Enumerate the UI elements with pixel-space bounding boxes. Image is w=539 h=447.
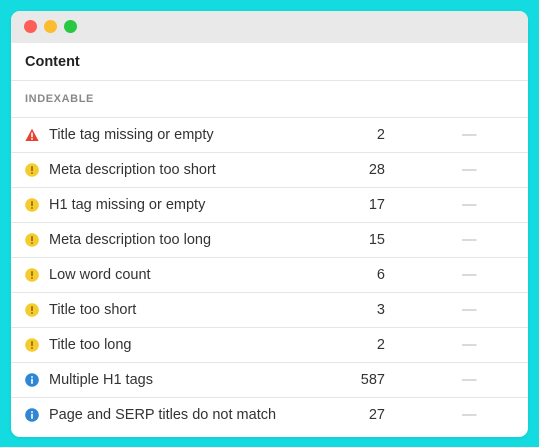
issue-count[interactable]: 17 — [369, 197, 385, 213]
issue-change: — — [462, 407, 477, 423]
issue-label: Multiple H1 tags — [49, 372, 153, 388]
issue-row[interactable]: Meta description too long 15 — — [11, 223, 528, 258]
maximize-window-button[interactable] — [64, 20, 77, 33]
issue-change: — — [462, 232, 477, 248]
issue-count[interactable]: 15 — [369, 232, 385, 248]
close-window-button[interactable] — [24, 20, 37, 33]
issue-change: — — [462, 302, 477, 318]
info-circle-icon — [25, 408, 39, 422]
issue-count[interactable]: 6 — [377, 267, 385, 283]
issue-row[interactable]: H1 tag missing or empty 17 — — [11, 188, 528, 223]
issue-label: Meta description too long — [49, 232, 212, 248]
issue-row[interactable]: Page and SERP titles do not match 27 — — [11, 398, 528, 432]
warning-circle-icon — [25, 163, 39, 177]
panel-title: Content — [11, 43, 528, 81]
issue-row[interactable]: Title tag missing or empty 2 — — [11, 118, 528, 153]
issue-label: Title tag missing or empty — [49, 127, 214, 143]
issue-row[interactable]: Multiple H1 tags 587 — — [11, 363, 528, 398]
issue-row[interactable]: Title too long 2 — — [11, 328, 528, 363]
issue-label: Page and SERP titles do not match — [49, 407, 277, 423]
issue-row[interactable]: Meta description too short 28 — — [11, 153, 528, 188]
window-titlebar — [11, 11, 528, 43]
warning-circle-icon — [25, 198, 39, 212]
issue-label: Title too long — [49, 337, 132, 353]
issue-count[interactable]: 2 — [377, 127, 385, 143]
app-window: Content INDEXABLE Title tag missing or e… — [11, 11, 528, 437]
issue-change: — — [462, 267, 477, 283]
issue-change: — — [462, 372, 477, 388]
issue-change: — — [462, 127, 477, 143]
issue-count[interactable]: 587 — [361, 372, 385, 388]
issue-count[interactable]: 3 — [377, 302, 385, 318]
issue-label: Low word count — [49, 267, 151, 283]
issue-row[interactable]: Title too short 3 — — [11, 293, 528, 328]
issues-list: Title tag missing or empty 2— Meta descrip… — [11, 118, 528, 432]
warning-circle-icon — [25, 268, 39, 282]
issue-change: — — [462, 162, 477, 178]
warning-circle-icon — [25, 338, 39, 352]
issue-label: H1 tag missing or empty — [49, 197, 206, 213]
issue-count[interactable]: 2 — [377, 337, 385, 353]
error-triangle-icon — [25, 128, 39, 142]
warning-circle-icon — [25, 233, 39, 247]
issue-label: Title too short — [49, 302, 137, 318]
issue-count[interactable]: 28 — [369, 162, 385, 178]
issue-row[interactable]: Low word count 6 — — [11, 258, 528, 293]
issue-change: — — [462, 197, 477, 213]
issue-label: Meta description too short — [49, 162, 216, 178]
section-label: INDEXABLE — [11, 81, 528, 118]
warning-circle-icon — [25, 303, 39, 317]
minimize-window-button[interactable] — [44, 20, 57, 33]
issue-change: — — [462, 337, 477, 353]
info-circle-icon — [25, 373, 39, 387]
issue-count[interactable]: 27 — [369, 407, 385, 423]
